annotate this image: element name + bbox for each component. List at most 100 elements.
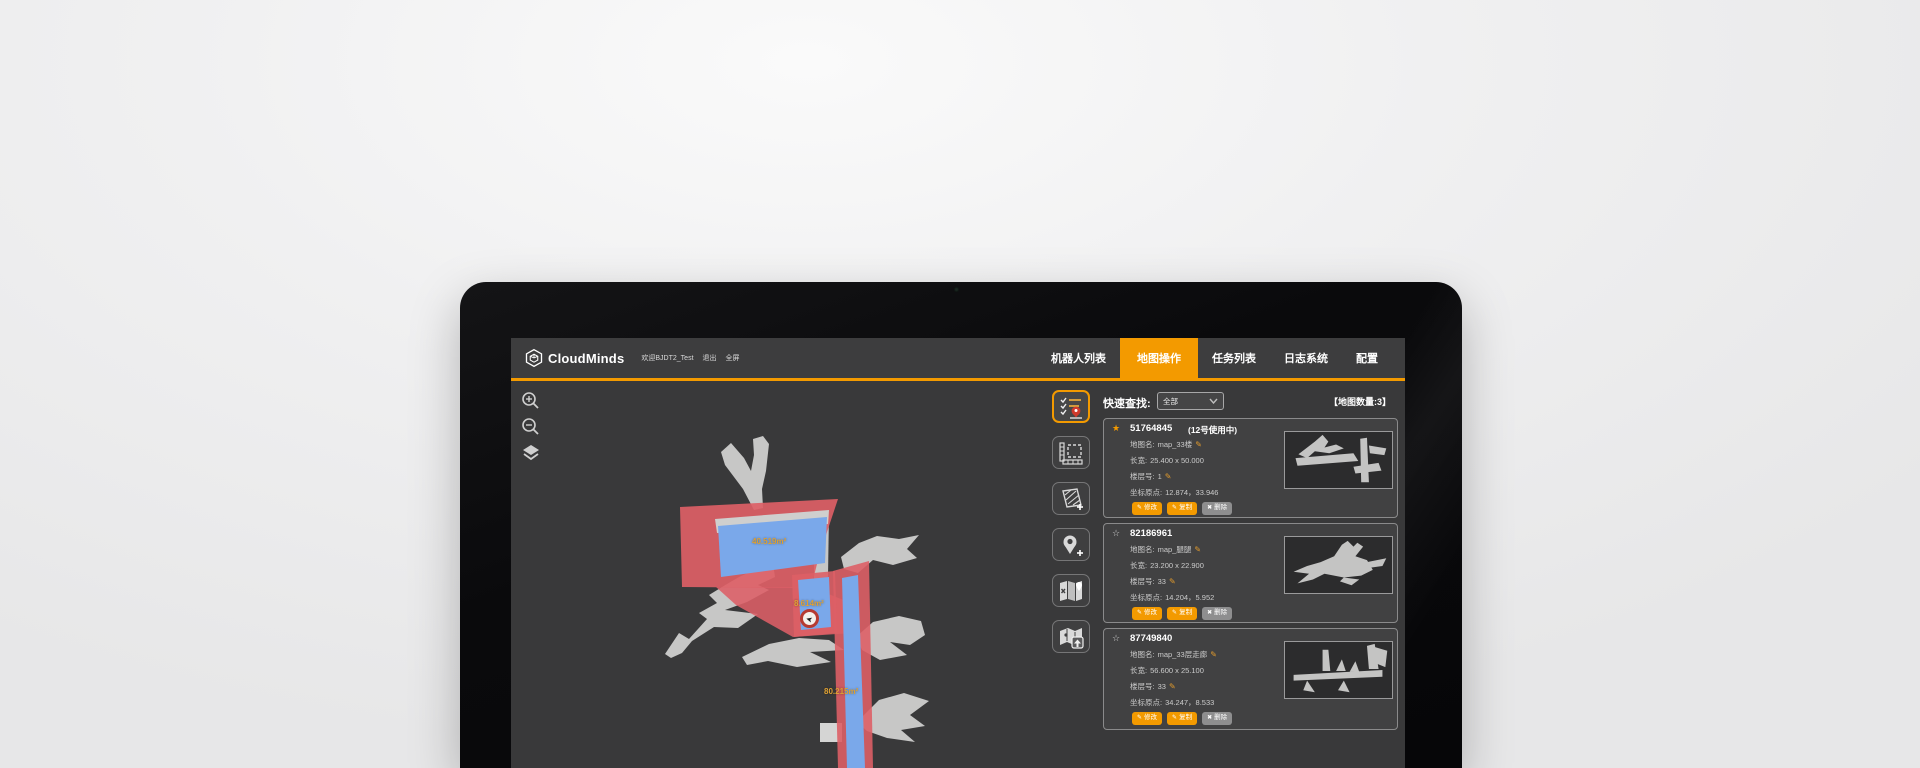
map-id: 87749840 [1130,633,1172,644]
copy-button[interactable]: ✎复制 [1167,607,1197,620]
map-id: 51764845 [1130,423,1172,434]
delete-button[interactable]: ✖删除 [1202,712,1232,725]
edit-icon[interactable]: ✎ [1165,472,1172,481]
edit-icon[interactable]: ✎ [1169,577,1176,586]
add-hatched-area-icon [1057,487,1085,511]
pencil-icon: ✎ [1137,505,1142,511]
modify-button[interactable]: ✎修改 [1132,607,1162,620]
favorite-star-icon[interactable]: ☆ [1112,528,1120,539]
map-thumbnail-image [1285,432,1392,488]
favorite-star-icon[interactable]: ☆ [1112,633,1120,644]
welcome-text: 欢迎BJDT2_Test [641,353,693,363]
pencil-icon: ✎ [1172,505,1177,511]
edit-icon[interactable]: ✎ [1195,440,1202,449]
map-thumbnail[interactable] [1284,431,1393,489]
zoom-in-icon [521,391,541,411]
nav-log-system[interactable]: 日志系统 [1270,338,1342,378]
field-label: 楼层号: [1130,682,1155,691]
button-label: 删除 [1214,715,1227,722]
navbar: CloudMinds 欢迎BJDT2_Test 退出 全屏 机器人列表 地图操作… [511,338,1405,381]
edit-icon[interactable]: ✎ [1194,545,1201,554]
button-label: 修改 [1144,610,1157,617]
edit-icon[interactable]: ✎ [1169,682,1176,691]
field-label: 坐标原点: [1130,488,1162,497]
session-bar: 欢迎BJDT2_Test 退出 全屏 [641,338,739,378]
map-with-marker-icon [1057,579,1085,603]
field-value: 23.200 x 22.900 [1150,561,1204,570]
robot-heading-arrow-icon: ➤ [805,614,814,623]
task-list-pin-icon [1057,395,1085,419]
main-content: 40.519m² 8.614m² 80.215m² ➤ [511,381,1405,768]
floor-map [511,381,1095,768]
delete-button[interactable]: ✖删除 [1202,502,1232,515]
field-value: 33 [1158,577,1166,586]
measure-map-icon [1057,441,1085,465]
field-label: 地图名: [1130,440,1155,449]
map-thumbnail-image [1285,642,1392,698]
map-thumbnail[interactable] [1284,536,1393,594]
button-label: 删除 [1214,610,1227,617]
nav-robot-list[interactable]: 机器人列表 [1037,338,1120,378]
nav-map-operations[interactable]: 地图操作 [1120,338,1198,378]
field-value: 14.204，5.952 [1165,593,1214,602]
field-value: 12.874，33.946 [1165,488,1218,497]
modify-button[interactable]: ✎修改 [1132,712,1162,725]
layers-button[interactable] [521,443,541,463]
tool-task-list-button[interactable] [1052,390,1090,423]
brand[interactable]: CloudMinds [511,338,624,378]
map-toolbar [1052,390,1092,653]
field-value: 25.400 x 50.000 [1150,456,1204,465]
cloudminds-logo-icon [524,348,544,368]
pencil-icon: ✎ [1137,610,1142,616]
zoom-out-button[interactable] [521,417,541,437]
pencil-icon: ✎ [1172,715,1177,721]
modify-button[interactable]: ✎修改 [1132,502,1162,515]
tool-measure-button[interactable] [1052,436,1090,469]
origin-row: 坐标原点:14.204，5.952 [1130,592,1214,603]
delete-button[interactable]: ✖删除 [1202,607,1232,620]
field-label: 长宽: [1130,561,1147,570]
delete-icon: ✖ [1207,715,1212,721]
floor-number-row: 楼层号:1✎ [1130,471,1171,482]
robot-position-marker[interactable]: ➤ [800,609,819,628]
tool-upload-map-button[interactable] [1052,620,1090,653]
delete-icon: ✖ [1207,505,1212,511]
nav-config[interactable]: 配置 [1342,338,1392,378]
area-size-label: 40.519m² [752,537,786,546]
fullscreen-link[interactable]: 全屏 [726,353,740,363]
card-actions: ✎修改 ✎复制 ✖删除 [1132,607,1232,620]
tool-map-marker-button[interactable] [1052,574,1090,607]
copy-button[interactable]: ✎复制 [1167,712,1197,725]
map-count-text: 【地图数量:3】 [1329,395,1391,408]
filter-dropdown[interactable]: 全部 [1157,392,1224,410]
field-value: map_腿腿 [1158,545,1192,554]
field-value: map_33层走廊 [1158,650,1208,659]
pencil-icon: ✎ [1172,610,1177,616]
logout-link[interactable]: 退出 [703,353,717,363]
edit-icon[interactable]: ✎ [1210,650,1217,659]
button-label: 复制 [1179,505,1192,512]
button-label: 复制 [1179,715,1192,722]
map-canvas[interactable]: 40.519m² 8.614m² 80.215m² ➤ [511,381,1095,768]
tool-add-point-button[interactable] [1052,528,1090,561]
favorite-star-icon[interactable]: ★ [1112,423,1120,434]
quick-search-label: 快速查找: [1103,395,1151,411]
dropdown-value: 全部 [1163,396,1209,407]
card-actions: ✎修改 ✎复制 ✖删除 [1132,712,1232,725]
map-controls [521,391,541,463]
map-name-row: 地图名:map_33层走廊✎ [1130,649,1217,660]
map-thumbnail[interactable] [1284,641,1393,699]
map-card: ☆ 82186961 地图名:map_腿腿✎ 长宽:23.200 x 22.90… [1103,523,1398,623]
field-label: 坐标原点: [1130,698,1162,707]
layers-icon [521,443,541,463]
map-id: 82186961 [1130,528,1172,539]
zoom-in-button[interactable] [521,391,541,411]
button-label: 复制 [1179,610,1192,617]
copy-button[interactable]: ✎复制 [1167,502,1197,515]
field-value: 34.247，8.533 [1165,698,1214,707]
nav-task-list[interactable]: 任务列表 [1198,338,1270,378]
delete-icon: ✖ [1207,610,1212,616]
pencil-icon: ✎ [1137,715,1142,721]
field-label: 楼层号: [1130,472,1155,481]
tool-add-area-button[interactable] [1052,482,1090,515]
